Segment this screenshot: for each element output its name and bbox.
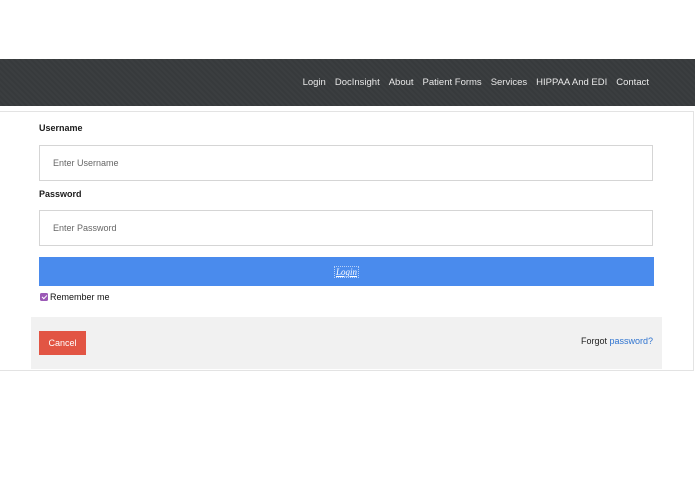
username-input[interactable] xyxy=(39,145,653,181)
login-button-label: Login xyxy=(333,265,360,278)
login-button[interactable]: Login xyxy=(39,257,654,286)
page: Login DocInsight About Patient Forms Ser… xyxy=(0,0,695,494)
password-label: Password xyxy=(39,189,82,199)
remember-me-checkbox[interactable] xyxy=(40,293,48,301)
forgot-password-link[interactable]: password? xyxy=(609,336,653,346)
nav-link-hippaa-edi[interactable]: HIPPAA And EDI xyxy=(536,77,607,88)
top-navbar: Login DocInsight About Patient Forms Ser… xyxy=(0,59,695,106)
nav-link-about[interactable]: About xyxy=(389,77,414,88)
nav-link-patient-forms[interactable]: Patient Forms xyxy=(423,77,482,88)
cancel-button[interactable]: Cancel xyxy=(39,331,86,355)
nav-link-contact[interactable]: Contact xyxy=(616,77,649,88)
password-input[interactable] xyxy=(39,210,653,246)
remember-me-label: Remember me xyxy=(50,292,110,302)
nav-link-services[interactable]: Services xyxy=(491,77,527,88)
nav-link-docinsight[interactable]: DocInsight xyxy=(335,77,380,88)
forgot-password: Forgot password? xyxy=(581,336,653,346)
username-label: Username xyxy=(39,123,83,133)
nav-links: Login DocInsight About Patient Forms Ser… xyxy=(303,59,649,106)
forgot-text: Forgot xyxy=(580,336,610,346)
remember-me-row: Remember me xyxy=(40,292,110,302)
nav-link-login[interactable]: Login xyxy=(303,77,326,88)
form-footer: Cancel Forgot password? xyxy=(31,317,662,369)
